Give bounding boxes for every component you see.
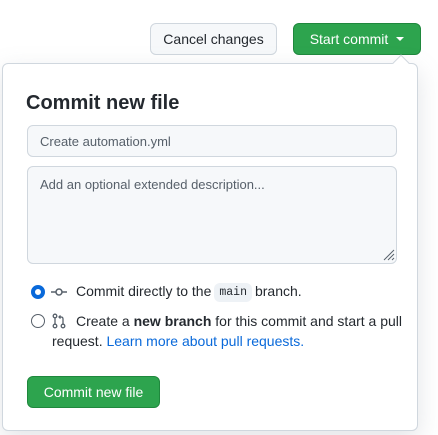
new-branch-radio[interactable] xyxy=(31,314,45,328)
git-pull-request-icon xyxy=(52,313,66,329)
commit-summary-input[interactable] xyxy=(27,125,397,157)
cancel-changes-button[interactable]: Cancel changes xyxy=(150,23,277,55)
option-text-before: Commit directly to the xyxy=(76,283,212,299)
branch-name: main xyxy=(214,283,252,302)
start-commit-button[interactable]: Start commit xyxy=(293,23,421,55)
new-branch-bold: new branch xyxy=(133,313,212,329)
new-branch-label-line2: request. Learn more about pull requests. xyxy=(52,333,304,349)
triangle-down-icon xyxy=(396,37,405,41)
option2-line2: request. xyxy=(52,333,103,349)
learn-more-link[interactable]: Learn more about pull requests. xyxy=(106,333,304,349)
commit-directly-radio[interactable] xyxy=(31,285,45,299)
commit-directly-label: Commit directly to the main branch. xyxy=(76,283,302,302)
resize-grip-icon[interactable] xyxy=(383,249,395,261)
commit-page: Cancel changes Start commit Commit new f… xyxy=(0,0,438,435)
commit-description-textarea[interactable] xyxy=(27,166,397,264)
option2-text-before: Create a xyxy=(76,313,130,329)
option2-text-after: for this commit and start a pull xyxy=(215,313,403,329)
start-commit-label: Start commit xyxy=(309,31,389,47)
new-branch-label-line1: Create a new branch for this commit and … xyxy=(76,313,402,329)
git-commit-icon xyxy=(51,288,67,296)
commit-new-file-button[interactable]: Commit new file xyxy=(27,376,160,408)
dialog-title: Commit new file xyxy=(26,92,180,114)
option-text-after: branch. xyxy=(254,283,302,299)
